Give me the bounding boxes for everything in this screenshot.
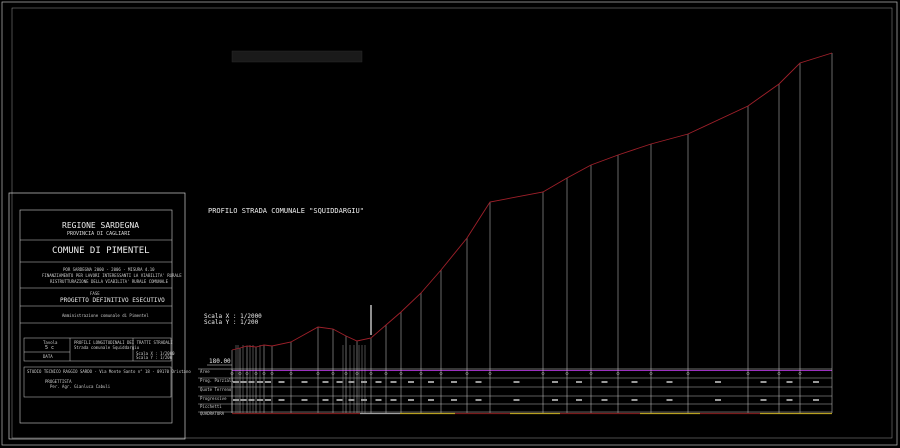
tavola-number: 5 c [45,345,55,351]
table-cell-mark [265,381,271,383]
table-cell-mark [552,399,558,401]
table-cell-mark [576,399,582,401]
table-cell-mark [390,381,397,383]
table-cell-mark [361,399,367,401]
table-cell-mark [233,399,239,401]
table-cell-mark [813,399,819,401]
profile-title: PROFILO STRADA COMUNALE "SQUIDDARGIU" [208,207,364,215]
table-cell-mark [301,381,308,383]
region-title: REGIONE SARDEGNA [62,221,140,230]
table-cell-mark [813,381,819,383]
table-cell-mark [552,381,558,383]
table-cell-mark [715,381,721,383]
table-cell-mark [375,381,382,383]
table-cell-mark [451,399,457,401]
table-cell-mark [666,399,673,401]
top-label-box [231,50,363,63]
phase-label: FASE [90,291,100,296]
table-cell-mark [257,381,263,383]
table-cell-mark [601,381,608,383]
table-cell-mark [390,399,397,401]
table-cell-mark [278,381,285,383]
table-cell-mark [322,381,329,383]
table-cell-mark [428,399,434,401]
table-cell-mark [278,399,285,401]
datum-value: 180.00 [209,358,231,365]
table-cell-mark [451,381,457,383]
comune-title: COMUNE DI PIMENTEL [52,246,150,256]
program-line-3: RISTRUTTURAZIONE DELLA VIABILITA' RURALE… [50,279,169,284]
row-label-aree: Aree [200,369,210,374]
date-label: DATA [43,354,53,359]
table-cell-mark [513,381,520,383]
table-cell-mark [240,399,247,401]
row-label-prog-parziali: Prog. Parziali [200,378,234,383]
client-line: Amministrazione comunale di Pimentel [62,313,149,318]
table-cell-mark [248,399,255,401]
table-cell-mark [361,381,367,383]
table-cell-mark [760,399,767,401]
table-cell-mark [348,399,355,401]
tb-scale-y: Scala Y : 1/200 [136,355,173,360]
table-cell-mark [375,399,382,401]
phase-title: PROGETTO DEFINITIVO ESECUTIVO [60,297,165,304]
table-cell-mark [408,399,414,401]
table-cell-mark [322,399,329,401]
table-cell-mark [786,381,793,383]
row-label-quote-terreno: Quote Terreno [200,387,232,392]
table-cell-mark [760,381,767,383]
profile-line [231,52,833,351]
studio-line: STUDIO TECNICO RAGGIO SARDO - Via Monte … [27,369,191,374]
table-cell-mark [631,399,638,401]
table-cell-mark [408,381,414,383]
table-cell-mark [576,381,582,383]
table-cell-mark [240,381,247,383]
table-cell-mark [336,399,343,401]
table-cell-mark [786,399,793,401]
table-cell-mark [631,381,638,383]
table-cell-mark [428,381,434,383]
table-cell-mark [257,399,263,401]
row-label-picchetti: Picchetti [200,404,222,409]
table-cell-mark [513,399,520,401]
table-cell-mark [301,399,308,401]
table-cell-mark [475,399,482,401]
footer-label: QUADRATURA [200,411,225,416]
program-line-2: FINANZIAMENTO PER LAVORI INTERESSANTI LA… [42,273,182,278]
table-cell-mark [715,399,721,401]
table-subtitle: Strada comunale Squiddargiu [74,345,140,350]
table-cell-mark [666,381,673,383]
table-cell-mark [336,381,343,383]
row-label-progressive: Progressive [200,396,227,401]
table-cell-mark [265,399,271,401]
table-cell-mark [601,399,608,401]
table-cell-mark [248,381,255,383]
table-cell-mark [348,381,355,383]
designer-name: Per. Agr. Gianluca Cabuli [50,384,111,389]
program-line-1: POR SARDEGNA 2000 - 2006 - MISURA 4.10 [63,267,155,272]
province-title: PROVINCIA DI CAGLIARI [67,231,131,237]
table-cell-mark [475,381,482,383]
scale-y-label: Scala Y : 1/200 [204,319,259,326]
